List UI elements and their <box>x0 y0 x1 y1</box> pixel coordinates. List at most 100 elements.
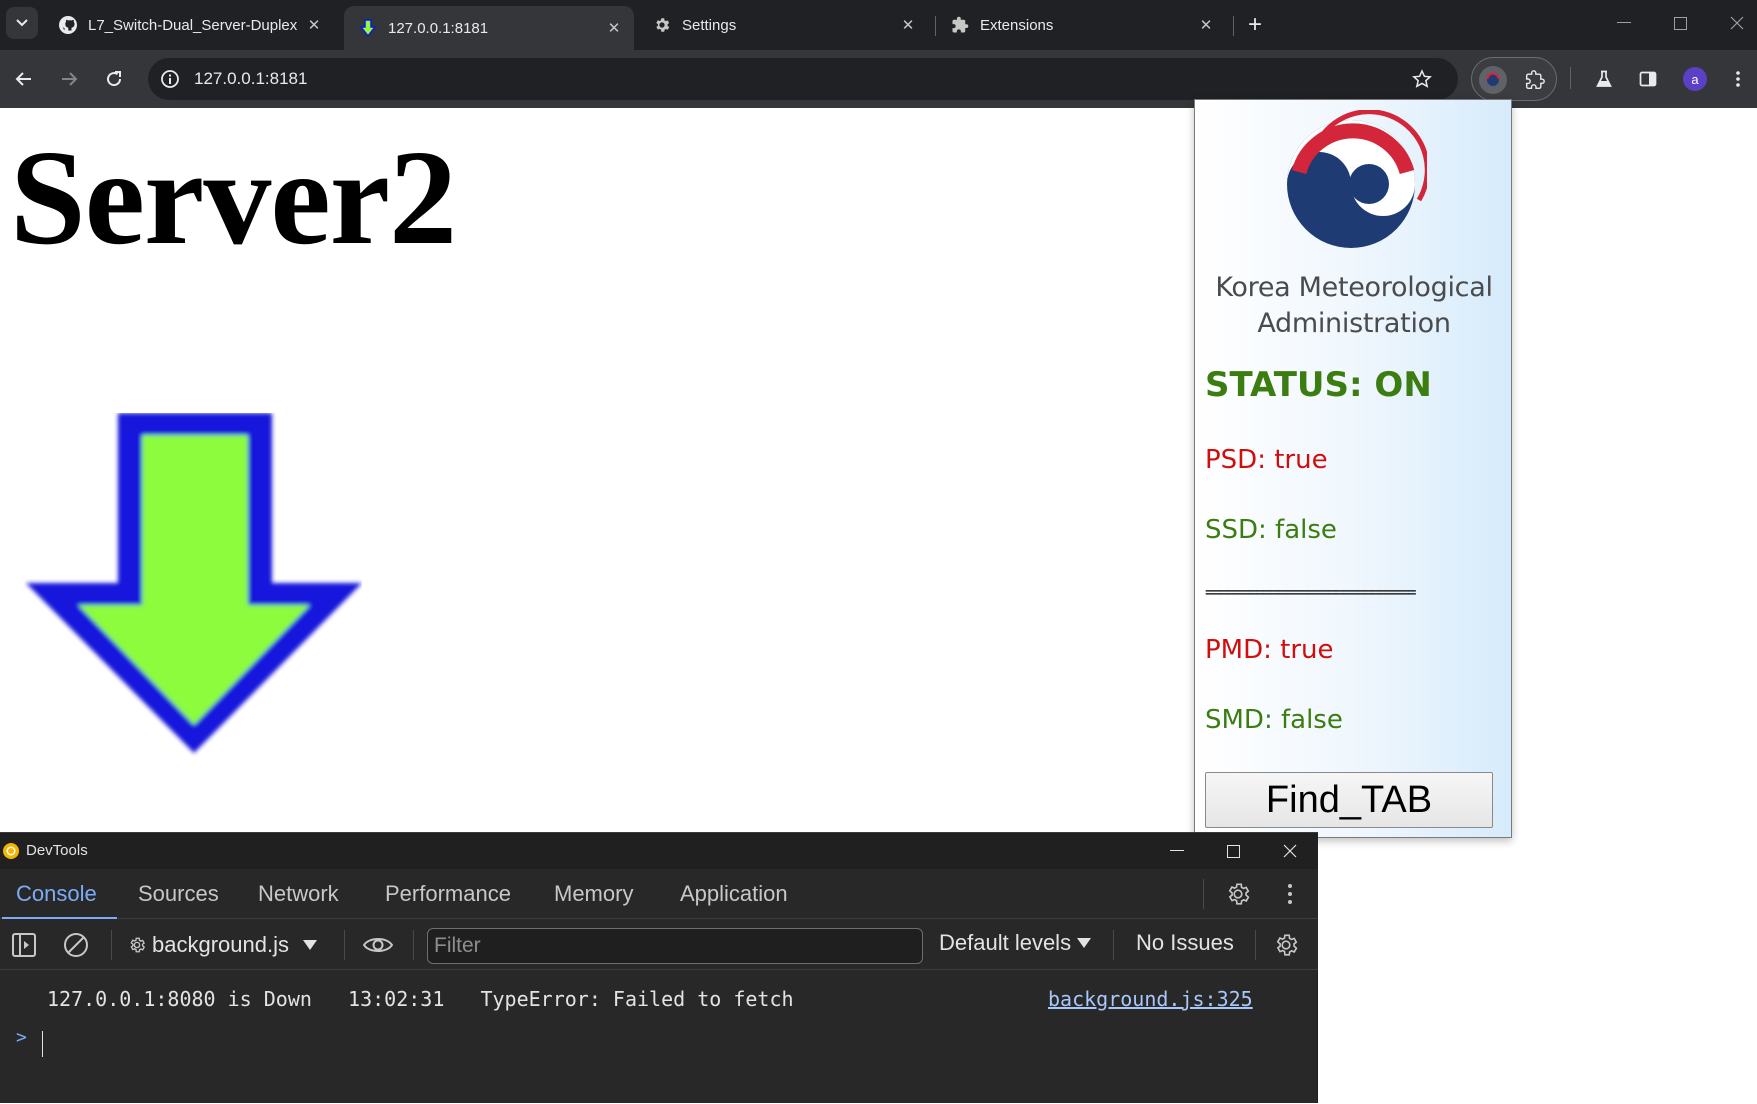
minimize-icon <box>1170 850 1184 851</box>
devtools-more-menu-icon[interactable] <box>1274 878 1306 910</box>
console-prompt-caret: > <box>16 1027 27 1048</box>
close-tab-icon[interactable]: ✕ <box>1196 15 1216 35</box>
new-tab-button[interactable]: + <box>1240 10 1270 40</box>
tab-memory[interactable]: Memory <box>554 869 633 919</box>
issues-counter[interactable]: No Issues <box>1136 930 1234 956</box>
live-expression-eye-icon[interactable] <box>362 929 394 961</box>
extensions-puzzle-icon[interactable] <box>1521 66 1549 94</box>
org-name-line2: Administration <box>1257 308 1451 339</box>
kma-emblem-logo <box>1287 110 1427 248</box>
labs-flask-icon[interactable] <box>1588 63 1620 95</box>
browser-tab-strip: L7_Switch-Dual_Server-Duplex ✕ 127.0.0.1… <box>0 0 1757 50</box>
pmd-flag: PMD: true <box>1205 635 1334 665</box>
devtools-titlebar: DevTools <box>0 833 1318 869</box>
back-arrow-icon <box>15 72 31 86</box>
console-settings-gear-icon[interactable] <box>1270 929 1302 961</box>
context-label: background.js <box>152 932 289 957</box>
tab-search-dropdown-button[interactable] <box>6 7 38 39</box>
close-tab-icon[interactable]: ✕ <box>898 15 918 35</box>
maximize-icon <box>1673 16 1687 30</box>
log-levels-label: Default levels <box>939 930 1072 955</box>
toolbar-separator <box>1113 930 1114 960</box>
tab-separator <box>1233 16 1234 36</box>
extension-pinned-pill <box>1471 57 1557 101</box>
tab-application[interactable]: Application <box>680 869 788 919</box>
console-log-source-link[interactable]: background.js:325 <box>1048 987 1253 1011</box>
down-arrow-image <box>26 413 362 753</box>
status-indicator: STATUS: ON <box>1205 365 1432 405</box>
toolbar-separator <box>1570 67 1571 89</box>
forward-arrow-icon <box>62 72 78 86</box>
puzzle-icon <box>950 15 970 35</box>
console-input-cursor[interactable] <box>42 1031 43 1057</box>
github-icon <box>58 15 78 35</box>
browser-menu-icon[interactable] <box>1722 63 1754 95</box>
bookmark-star-icon[interactable] <box>1410 67 1434 91</box>
tab-title: Settings <box>682 16 737 34</box>
dropdown-triangle-icon <box>1077 938 1092 948</box>
smd-flag: SMD: false <box>1205 705 1343 735</box>
chevron-down-icon <box>16 19 28 27</box>
address-bar[interactable]: 127.0.0.1:8181 <box>148 58 1458 100</box>
maximize-icon <box>1226 844 1240 858</box>
extension-popup: Korea Meteorological Administration STAT… <box>1194 99 1512 838</box>
browser-tab-github[interactable]: L7_Switch-Dual_Server-Duplex ✕ <box>44 6 334 44</box>
org-name-line1: Korea Meteorological <box>1215 272 1493 303</box>
console-filter-input[interactable] <box>427 928 923 964</box>
tab-network[interactable]: Network <box>258 869 339 919</box>
toolbar-separator <box>344 930 345 960</box>
log-levels-dropdown[interactable]: Default levels <box>939 930 1092 956</box>
page-heading: Server2 <box>10 123 457 273</box>
minimize-icon <box>1617 22 1631 23</box>
maximize-window-button[interactable] <box>1660 8 1700 38</box>
close-icon <box>1730 16 1744 30</box>
devtools-close-button[interactable] <box>1270 835 1310 867</box>
tab-performance[interactable]: Performance <box>385 869 511 919</box>
browser-tab-active[interactable]: 127.0.0.1:8181 ✕ <box>344 6 634 50</box>
console-log-message: 127.0.0.1:8080 is Down 13:02:31 TypeErro… <box>47 987 794 1011</box>
psd-flag: PSD: true <box>1205 445 1328 475</box>
toolbar-separator <box>111 930 112 960</box>
tab-title: 127.0.0.1:8181 <box>388 19 489 37</box>
tab-title: Extensions <box>980 16 1054 34</box>
gear-icon <box>130 937 146 953</box>
devtools-settings-gear-icon[interactable] <box>1222 878 1254 910</box>
close-window-button[interactable] <box>1717 8 1757 38</box>
close-tab-icon[interactable]: ✕ <box>604 18 624 38</box>
tab-console[interactable]: Console <box>2 869 117 919</box>
devtools-minimize-button[interactable] <box>1157 835 1197 867</box>
browser-tab-extensions[interactable]: Extensions ✕ <box>936 6 1226 44</box>
toolbar-separator <box>1255 930 1256 960</box>
sidebar-toggle-icon[interactable] <box>8 929 40 961</box>
console-toolbar: background.js Default levels No Issues <box>0 920 1318 970</box>
profile-avatar[interactable]: a <box>1683 67 1707 91</box>
reload-button[interactable] <box>98 63 130 95</box>
minimize-window-button[interactable] <box>1604 8 1644 38</box>
gear-icon <box>652 15 672 35</box>
tab-title: L7_Switch-Dual_Server-Duplex <box>88 16 298 34</box>
toolbar-separator <box>413 930 414 960</box>
reload-icon <box>107 71 122 87</box>
ssd-flag: SSD: false <box>1205 515 1337 545</box>
kma-extension-icon[interactable] <box>1479 66 1507 94</box>
forward-button[interactable] <box>53 63 85 95</box>
divider-line: ============================= <box>1205 583 1417 601</box>
close-icon <box>1283 844 1297 858</box>
devtools-window: DevTools Console Sources Network Perform… <box>0 832 1318 1103</box>
tab-sources[interactable]: Sources <box>138 869 219 919</box>
dropdown-triangle-icon <box>302 940 317 950</box>
close-tab-icon[interactable]: ✕ <box>304 15 324 35</box>
browser-tab-settings[interactable]: Settings ✕ <box>638 6 928 44</box>
clear-console-icon[interactable] <box>60 929 92 961</box>
back-button[interactable] <box>8 63 40 95</box>
devtools-title: DevTools <box>26 842 88 859</box>
devtools-panel-tabs: Console Sources Network Performance Memo… <box>0 869 1318 919</box>
green-down-arrow-icon <box>358 18 378 38</box>
console-output: 127.0.0.1:8080 is Down 13:02:31 TypeErro… <box>0 971 1318 1104</box>
find-tab-button[interactable]: Find_TAB <box>1205 772 1493 828</box>
site-info-icon[interactable] <box>158 67 182 91</box>
devtools-maximize-button[interactable] <box>1213 835 1253 867</box>
address-url: 127.0.0.1:8181 <box>194 69 308 88</box>
context-selector[interactable]: background.js <box>128 930 317 960</box>
side-panel-icon[interactable] <box>1632 63 1664 95</box>
